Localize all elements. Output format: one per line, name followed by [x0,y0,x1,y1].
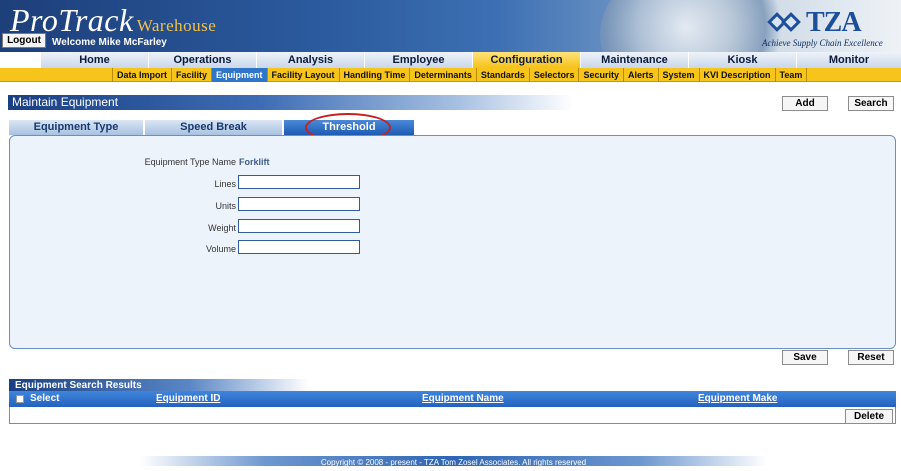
logout-button[interactable]: Logout [2,33,46,48]
save-button[interactable]: Save [782,350,828,365]
diamond-icon [767,12,802,32]
subnav-facility-layout[interactable]: Facility Layout [268,68,340,82]
welcome-message: Welcome Mike McFarley [52,37,167,48]
volume-label: Volume [205,244,236,254]
sub-nav: Data Import Facility Equipment Facility … [0,68,901,82]
subnav-alerts[interactable]: Alerts [624,68,659,82]
tza-tagline: Achieve Supply Chain Excellence [762,38,883,48]
nav-tab-configuration[interactable]: Configuration [472,52,580,68]
tza-logo: TZA Achieve Supply Chain Excellence [760,6,890,50]
lines-input[interactable] [238,175,360,189]
tab-speed-break[interactable]: Speed Break [145,120,282,135]
units-label: Units [215,201,236,211]
subnav-determinants[interactable]: Determinants [410,68,477,82]
subnav-kvi-description[interactable]: KVI Description [700,68,776,82]
copyright-text: Copyright © 2008 - present - TZA Tom Zos… [320,458,587,467]
select-all-checkbox[interactable] [16,395,24,403]
app-header: ProTrack Warehouse Logout Welcome Mike Mc… [0,0,901,52]
search-button[interactable]: Search [848,96,894,111]
brand-sub-text: Warehouse [136,16,217,35]
nav-tab-monitor[interactable]: Monitor [796,52,901,68]
subnav-team[interactable]: Team [776,68,808,82]
subnav-data-import[interactable]: Data Import [112,68,173,82]
subnav-security[interactable]: Security [579,68,624,82]
col-equipment-id[interactable]: Equipment ID [156,391,220,407]
nav-tab-home[interactable]: Home [40,52,148,68]
page-title: Maintain Equipment [12,95,119,109]
results-body [9,407,896,424]
search-results-title-bar: Equipment Search Results [9,379,309,391]
results-header-row: Select Equipment ID Equipment Name Equip… [9,391,896,407]
tza-logo-text: TZA [806,7,862,38]
tab-equipment-type[interactable]: Equipment Type [9,120,143,135]
col-equipment-name[interactable]: Equipment Name [422,391,504,407]
page-title-bar: Maintain Equipment [8,95,573,110]
delete-button[interactable]: Delete [845,409,893,424]
reset-button[interactable]: Reset [848,350,894,365]
subnav-handling-time[interactable]: Handling Time [340,68,411,82]
col-select: Select [30,393,60,404]
footer: Copyright © 2008 - present - TZA Tom Zos… [140,456,767,467]
add-button[interactable]: Add [782,96,828,111]
weight-label: Weight [208,223,236,233]
subnav-system[interactable]: System [659,68,700,82]
volume-input[interactable] [238,240,360,254]
threshold-form-panel: Equipment Type Name Forklift Lines Units… [9,135,896,349]
nav-tab-maintenance[interactable]: Maintenance [580,52,688,68]
weight-input[interactable] [238,219,360,233]
nav-tab-operations[interactable]: Operations [148,52,256,68]
nav-tab-kiosk[interactable]: Kiosk [688,52,796,68]
subnav-selectors[interactable]: Selectors [530,68,580,82]
nav-tab-analysis[interactable]: Analysis [256,52,364,68]
main-nav: Home Operations Analysis Employee Config… [0,52,901,68]
equipment-type-value: Forklift [239,157,270,167]
subnav-equipment[interactable]: Equipment [212,68,268,82]
subnav-facility[interactable]: Facility [172,68,213,82]
lines-label: Lines [214,179,236,189]
equipment-type-label: Equipment Type Name [144,157,236,167]
search-results-title: Equipment Search Results [15,380,142,391]
units-input[interactable] [238,197,360,211]
subnav-standards[interactable]: Standards [477,68,530,82]
nav-tab-employee[interactable]: Employee [364,52,472,68]
col-equipment-make[interactable]: Equipment Make [698,391,777,407]
